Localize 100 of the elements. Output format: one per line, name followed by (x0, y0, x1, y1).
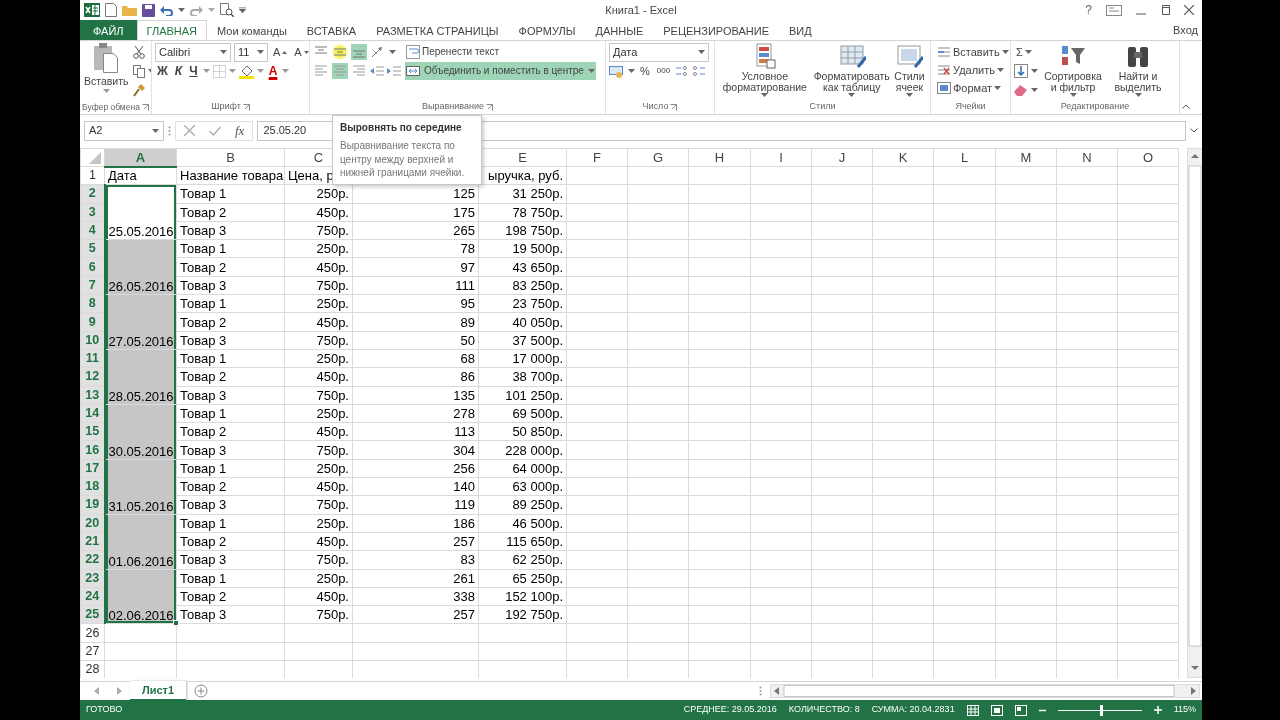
paste-button[interactable]: Вставить (83, 43, 130, 100)
styles-button[interactable]: Стили ячеек (891, 43, 927, 100)
column-header[interactable]: F (566, 148, 628, 167)
horizontal-scrollbar[interactable] (770, 684, 1200, 698)
column-header[interactable]: K (872, 148, 934, 167)
column-header[interactable]: H (688, 148, 751, 167)
format-cells-button[interactable]: Формат (935, 79, 1006, 97)
shrink-font-button[interactable]: A (292, 43, 309, 61)
column-header[interactable]: B (176, 148, 285, 167)
delete-cells-button[interactable]: Удалить (935, 61, 1006, 79)
increase-decimal-icon[interactable] (675, 65, 690, 77)
autosum-button[interactable]: Σ (1014, 43, 1034, 61)
table-cell: 450р. (284, 312, 353, 332)
currency-icon[interactable] (609, 64, 625, 78)
italic-button[interactable]: К (172, 62, 185, 80)
find-select-button[interactable]: Найти и выделить (1108, 43, 1168, 100)
excel-logo-icon[interactable] (84, 3, 100, 17)
zoom-in-icon[interactable] (1153, 706, 1162, 714)
zoom-level[interactable]: 115% (1173, 703, 1196, 717)
font-name: Calibri (159, 44, 191, 60)
grow-font-button[interactable]: A (271, 43, 290, 61)
customize-caret-icon[interactable] (239, 7, 246, 13)
expand-formula-icon[interactable] (1190, 128, 1198, 133)
wrap-text-button[interactable]: Перенести текст (405, 43, 500, 61)
eraser-icon[interactable] (1014, 84, 1028, 96)
copy-icon[interactable] (132, 64, 145, 78)
enter-icon[interactable] (209, 125, 221, 136)
font-size: 11 (238, 44, 250, 60)
align-icon (314, 64, 328, 78)
column-header[interactable]: J (811, 148, 873, 167)
help-button[interactable]: ? (1085, 1, 1092, 19)
font-name-field[interactable]: Calibri (155, 42, 231, 62)
folder-icon[interactable] (122, 4, 137, 16)
ribbon-tab[interactable]: Мои команды (207, 20, 297, 40)
previous-sheet-icon[interactable] (94, 687, 99, 695)
dialog-launcher-icon[interactable] (242, 103, 250, 111)
ribbon-options-icon[interactable] (1106, 4, 1122, 16)
new-document-icon[interactable] (105, 3, 117, 17)
ribbon-tab[interactable]: ГЛАВНАЯ (136, 20, 208, 40)
table-cell: 46 500р. (478, 514, 567, 533)
print-preview-icon[interactable] (220, 3, 234, 17)
cancel-icon[interactable] (184, 125, 195, 136)
insert-cells-button[interactable]: Вставить (935, 43, 1006, 61)
dialog-launcher-icon[interactable] (485, 103, 493, 111)
ribbon-tab[interactable]: РАЗМЕТКА СТРАНИЦЫ (366, 20, 509, 40)
styles-button[interactable]: Условное форматирование (718, 43, 812, 100)
file-tab[interactable]: ФАЙЛ (80, 20, 137, 40)
underline-button[interactable]: Ч (187, 62, 200, 80)
name-box[interactable]: A2 (84, 120, 164, 141)
thousands-button[interactable]: 000 (654, 62, 673, 80)
dialog-launcher-icon[interactable] (141, 103, 149, 111)
column-header[interactable]: M (995, 148, 1057, 167)
collapse-ribbon-icon[interactable] (1182, 104, 1190, 109)
sheet-tab[interactable]: Лист1 (130, 680, 187, 702)
styles-button[interactable]: Форматировать как таблицу (812, 43, 891, 100)
save-icon[interactable] (142, 3, 155, 17)
decrease-decimal-icon[interactable] (692, 65, 707, 77)
increase-indent-icon[interactable] (387, 65, 401, 77)
normal-view-icon[interactable] (966, 704, 979, 716)
page-break-icon[interactable] (1014, 704, 1027, 716)
column-header[interactable]: N (1056, 148, 1118, 167)
number-format-field[interactable]: Дата (609, 42, 709, 62)
font-color-button[interactable]: A (266, 62, 280, 80)
ribbon-tab[interactable]: РЕЦЕНЗИРОВАНИЕ (653, 20, 779, 40)
column-header[interactable]: G (627, 148, 689, 167)
undo-icon[interactable] (160, 4, 173, 16)
column-header[interactable]: A (104, 148, 177, 167)
column-header[interactable]: O (1117, 148, 1179, 167)
ribbon-tab[interactable]: ВСТАВКА (296, 20, 367, 40)
close-icon[interactable] (1184, 5, 1194, 15)
sign-in-link[interactable]: Вход (1173, 21, 1202, 39)
column-header[interactable]: L (933, 148, 996, 167)
sort-filter-button[interactable]: Сортировка и фильтр (1041, 43, 1105, 100)
redo-icon[interactable] (190, 4, 203, 16)
ribbon-tab[interactable]: ВИД (779, 20, 822, 40)
percent-button[interactable]: % (638, 62, 652, 80)
drag-handle-icon[interactable] (168, 125, 171, 136)
ribbon-tab[interactable]: ФОРМУЛЫ (508, 20, 586, 40)
scissors-icon[interactable] (132, 45, 145, 59)
ribbon-tab[interactable]: ДАННЫЕ (585, 20, 654, 40)
font-size-field[interactable]: 11 (234, 42, 268, 62)
bold-button[interactable]: Ж (155, 62, 170, 80)
middle-align-button[interactable] (332, 44, 348, 60)
merge-center-button[interactable]: Объединить и поместить в центре (405, 62, 596, 80)
format-painter-icon[interactable] (132, 83, 145, 97)
add-sheet-icon[interactable] (194, 684, 209, 698)
next-sheet-icon[interactable] (117, 687, 122, 695)
fill-down-icon[interactable] (1014, 64, 1028, 78)
insert-function-button[interactable]: fx (235, 120, 245, 141)
slider-thumb[interactable] (1100, 704, 1104, 716)
page-layout-icon[interactable] (990, 704, 1003, 716)
restore-icon[interactable] (1160, 5, 1170, 15)
decrease-indent-icon[interactable] (370, 65, 384, 77)
column-header[interactable]: I (750, 148, 812, 167)
split-handle-icon[interactable] (759, 686, 762, 696)
fill-color-icon[interactable] (238, 63, 254, 79)
vertical-scrollbar[interactable] (1187, 148, 1202, 678)
format-cells-icon (937, 82, 951, 94)
dialog-launcher-icon[interactable] (670, 103, 678, 111)
fill-handle[interactable] (173, 620, 179, 627)
